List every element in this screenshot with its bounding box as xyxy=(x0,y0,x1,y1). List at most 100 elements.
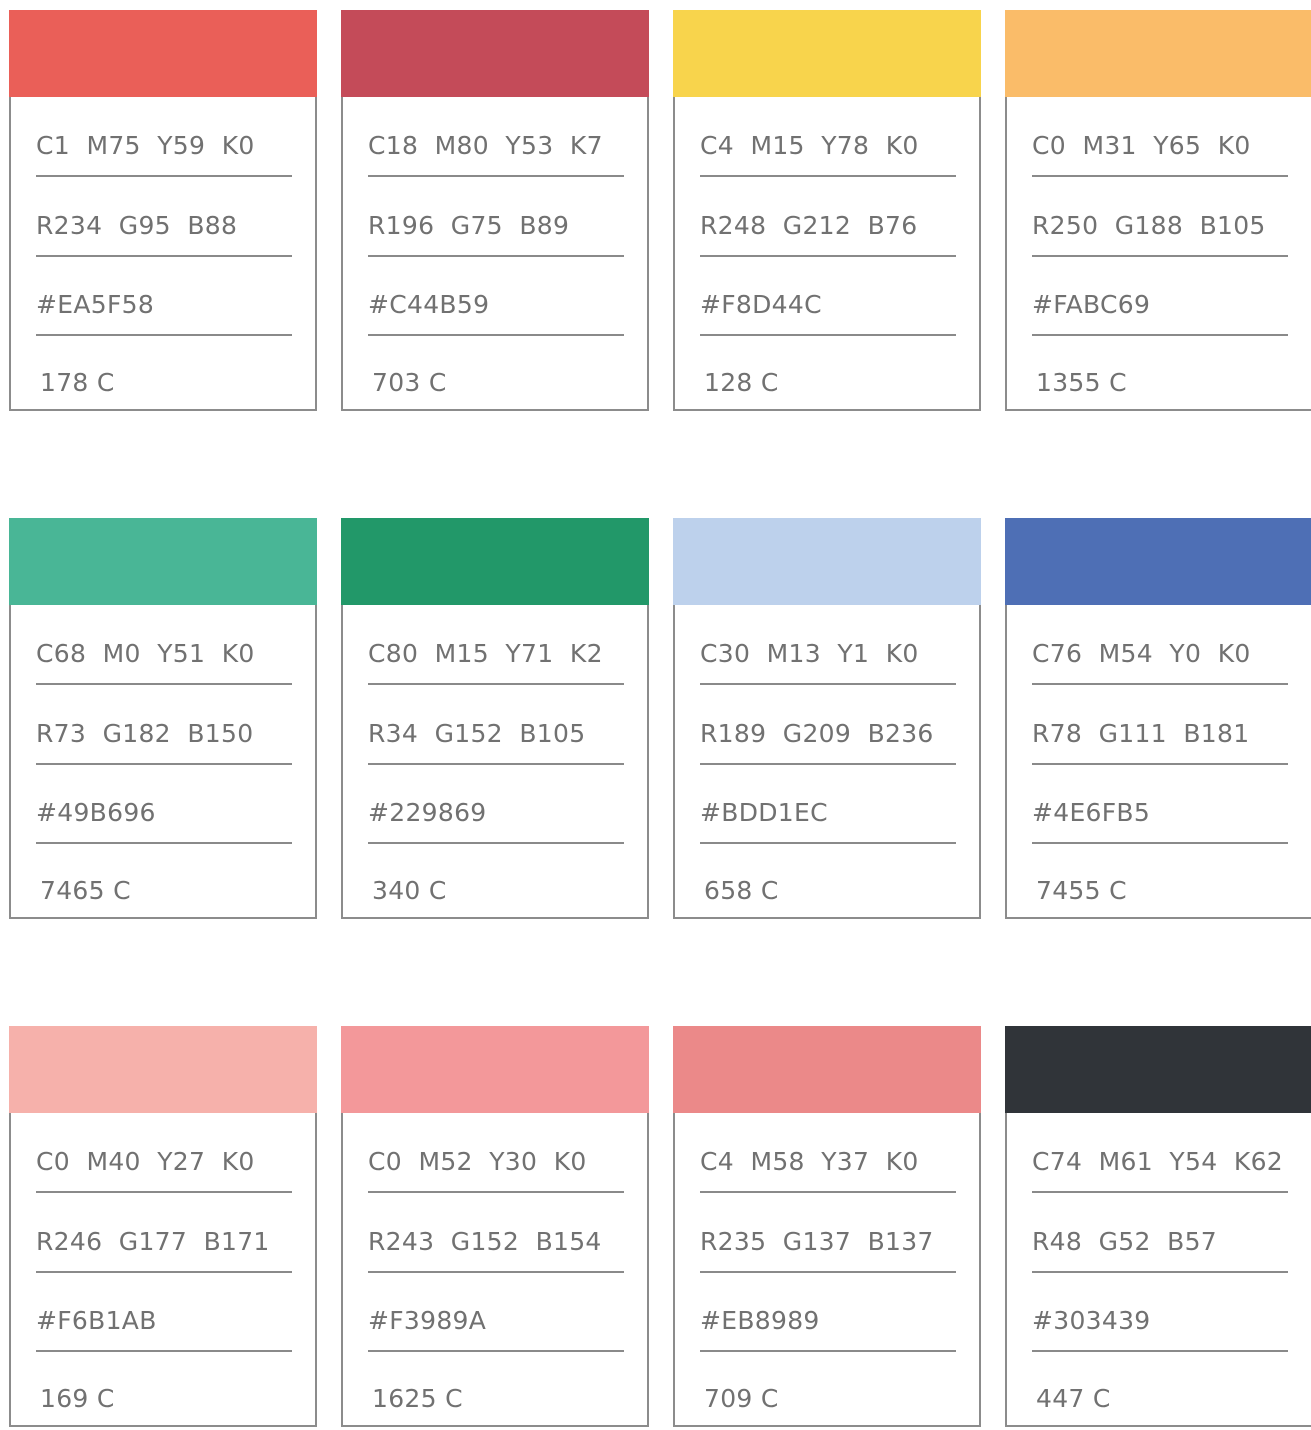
hex-value: #F3989A xyxy=(368,1306,487,1335)
pantone-value: 178 C xyxy=(40,368,115,397)
divider xyxy=(700,1191,956,1193)
divider xyxy=(368,842,624,844)
divider xyxy=(36,1350,292,1352)
color-swatch xyxy=(673,10,981,97)
rgb-value: R78 G111 B181 xyxy=(1032,719,1250,748)
cmyk-value: C80 M15 Y71 K2 xyxy=(368,639,603,668)
hex-value: #49B696 xyxy=(36,798,156,827)
divider xyxy=(36,683,292,685)
pantone-value: 658 C xyxy=(704,876,779,905)
cmyk-value: C76 M54 Y0 K0 xyxy=(1032,639,1251,668)
divider xyxy=(1032,1191,1288,1193)
rgb-value: R48 G52 B57 xyxy=(1032,1227,1218,1256)
divider xyxy=(36,763,292,765)
color-swatch xyxy=(9,1026,317,1113)
cmyk-value: C0 M31 Y65 K0 xyxy=(1032,131,1251,160)
divider xyxy=(1032,763,1288,765)
cmyk-value: C1 M75 Y59 K0 xyxy=(36,131,255,160)
color-swatch xyxy=(341,10,649,97)
divider xyxy=(368,1350,624,1352)
rgb-value: R34 G152 B105 xyxy=(368,719,586,748)
rgb-value: R234 G95 B88 xyxy=(36,211,238,240)
swatch-card: C4 M15 Y78 K0 R248 G212 B76 #F8D44C 128 … xyxy=(673,10,981,411)
swatch-card: C68 M0 Y51 K0 R73 G182 B150 #49B696 7465… xyxy=(9,518,317,919)
divider xyxy=(1032,255,1288,257)
swatch-card: C76 M54 Y0 K0 R78 G111 B181 #4E6FB5 7455… xyxy=(1005,518,1311,919)
rgb-value: R246 G177 B171 xyxy=(36,1227,270,1256)
divider xyxy=(1032,1350,1288,1352)
rgb-value: R243 G152 B154 xyxy=(368,1227,602,1256)
cmyk-value: C74 M61 Y54 K62 xyxy=(1032,1147,1284,1176)
pantone-value: 7455 C xyxy=(1036,876,1127,905)
swatch-card: C30 M13 Y1 K0 R189 G209 B236 #BDD1EC 658… xyxy=(673,518,981,919)
pantone-value: 340 C xyxy=(372,876,447,905)
divider xyxy=(368,255,624,257)
rgb-value: R248 G212 B76 xyxy=(700,211,918,240)
rgb-value: R250 G188 B105 xyxy=(1032,211,1266,240)
divider xyxy=(700,763,956,765)
hex-value: #C44B59 xyxy=(368,290,490,319)
divider xyxy=(700,683,956,685)
divider xyxy=(36,1271,292,1273)
divider xyxy=(1032,683,1288,685)
cmyk-value: C0 M52 Y30 K0 xyxy=(368,1147,587,1176)
color-swatch xyxy=(9,518,317,605)
swatch-card: C80 M15 Y71 K2 R34 G152 B105 #229869 340… xyxy=(341,518,649,919)
rgb-value: R189 G209 B236 xyxy=(700,719,934,748)
swatch-card: C0 M40 Y27 K0 R246 G177 B171 #F6B1AB 169… xyxy=(9,1026,317,1427)
divider xyxy=(36,334,292,336)
swatch-card: C18 M80 Y53 K7 R196 G75 B89 #C44B59 703 … xyxy=(341,10,649,411)
pantone-value: 703 C xyxy=(372,368,447,397)
cmyk-value: C18 M80 Y53 K7 xyxy=(368,131,603,160)
pantone-value: 1355 C xyxy=(1036,368,1127,397)
swatch-card: C4 M58 Y37 K0 R235 G137 B137 #EB8989 709… xyxy=(673,1026,981,1427)
color-swatch xyxy=(341,518,649,605)
divider xyxy=(700,334,956,336)
hex-value: #303439 xyxy=(1032,1306,1151,1335)
divider xyxy=(1032,1271,1288,1273)
hex-value: #FABC69 xyxy=(1032,290,1151,319)
hex-value: #F8D44C xyxy=(700,290,822,319)
pantone-value: 1625 C xyxy=(372,1384,463,1413)
color-swatch xyxy=(1005,10,1311,97)
divider xyxy=(700,1350,956,1352)
pantone-value: 128 C xyxy=(704,368,779,397)
cmyk-value: C30 M13 Y1 K0 xyxy=(700,639,919,668)
divider xyxy=(1032,842,1288,844)
pantone-value: 709 C xyxy=(704,1384,779,1413)
divider xyxy=(36,175,292,177)
divider xyxy=(368,683,624,685)
swatch-card: C74 M61 Y54 K62 R48 G52 B57 #303439 447 … xyxy=(1005,1026,1311,1427)
divider xyxy=(368,1271,624,1273)
swatch-card: C1 M75 Y59 K0 R234 G95 B88 #EA5F58 178 C xyxy=(9,10,317,411)
pantone-value: 447 C xyxy=(1036,1384,1111,1413)
color-swatch xyxy=(1005,1026,1311,1113)
color-swatch xyxy=(1005,518,1311,605)
divider xyxy=(368,175,624,177)
hex-value: #EA5F58 xyxy=(36,290,155,319)
divider xyxy=(36,255,292,257)
hex-value: #229869 xyxy=(368,798,487,827)
cmyk-value: C4 M58 Y37 K0 xyxy=(700,1147,919,1176)
divider xyxy=(368,334,624,336)
divider xyxy=(368,1191,624,1193)
cmyk-value: C0 M40 Y27 K0 xyxy=(36,1147,255,1176)
hex-value: #EB8989 xyxy=(700,1306,820,1335)
divider xyxy=(1032,175,1288,177)
hex-value: #BDD1EC xyxy=(700,798,828,827)
hex-value: #F6B1AB xyxy=(36,1306,157,1335)
divider xyxy=(368,763,624,765)
rgb-value: R73 G182 B150 xyxy=(36,719,254,748)
pantone-value: 7465 C xyxy=(40,876,131,905)
rgb-value: R235 G137 B137 xyxy=(700,1227,934,1256)
divider xyxy=(36,1191,292,1193)
cmyk-value: C4 M15 Y78 K0 xyxy=(700,131,919,160)
color-swatch xyxy=(9,10,317,97)
divider xyxy=(700,175,956,177)
cmyk-value: C68 M0 Y51 K0 xyxy=(36,639,255,668)
pantone-value: 169 C xyxy=(40,1384,115,1413)
swatch-card: C0 M31 Y65 K0 R250 G188 B105 #FABC69 135… xyxy=(1005,10,1311,411)
divider xyxy=(700,255,956,257)
rgb-value: R196 G75 B89 xyxy=(368,211,570,240)
color-swatch xyxy=(341,1026,649,1113)
